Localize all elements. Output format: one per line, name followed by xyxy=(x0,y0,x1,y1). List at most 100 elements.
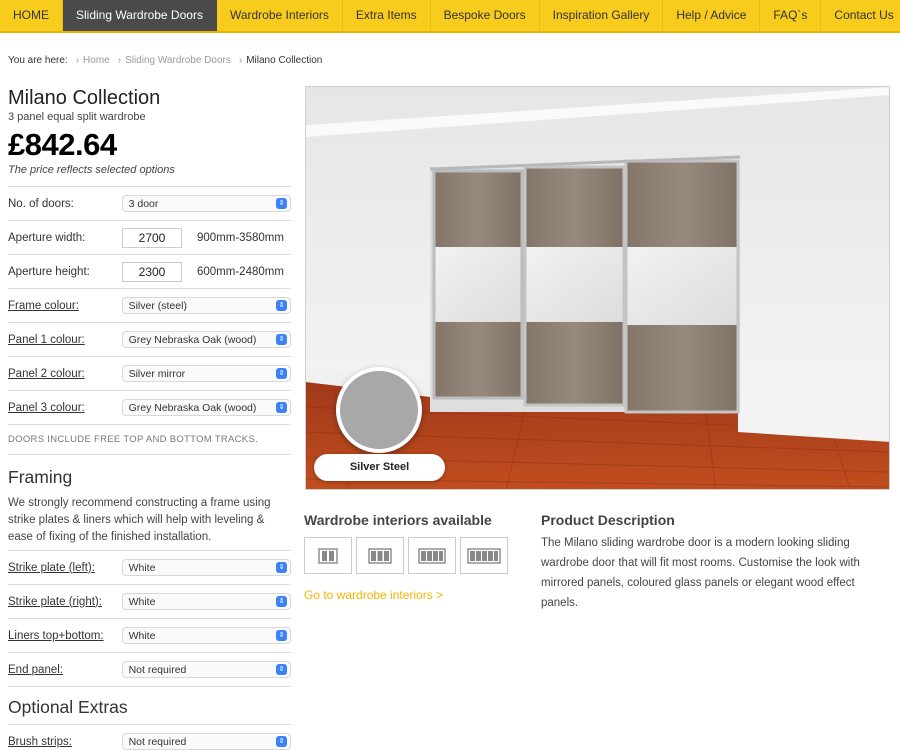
width-range: 900mm-3580mm xyxy=(197,231,284,244)
5-section-icon xyxy=(467,547,501,564)
aperture-width-input[interactable]: 2700 xyxy=(122,227,182,248)
nav-help-advice[interactable]: Help / Advice xyxy=(663,0,761,31)
option-row-panel2: Panel 2 colour: Silver mirror ⇕ xyxy=(8,357,291,391)
nav-bespoke-doors[interactable]: Bespoke Doors xyxy=(431,0,540,31)
option-row-strike-left: Strike plate (left): White ⇕ xyxy=(8,551,291,585)
option-row-doors: No. of doors: 3 door ⇕ xyxy=(8,187,291,221)
interiors-title: Wardrobe interiors available xyxy=(304,512,492,528)
breadcrumb-home[interactable]: Home xyxy=(83,55,110,66)
liners-value: White xyxy=(128,629,156,642)
option-row-panel1: Panel 1 colour: Grey Nebraska Oak (wood)… xyxy=(8,323,291,357)
strike-left-select[interactable]: White ⇕ xyxy=(121,559,291,576)
product-preview-image: Silver Steel xyxy=(305,86,890,490)
chevron-right-icon: › xyxy=(75,55,80,66)
strike-right-select[interactable]: White ⇕ xyxy=(121,593,291,610)
frame-colour-swatch-label: Silver Steel xyxy=(314,454,445,481)
nav-extra-items[interactable]: Extra Items xyxy=(343,0,431,31)
frame-colour-value: Silver (steel) xyxy=(128,299,187,312)
height-label: Aperture height: xyxy=(8,265,90,278)
interior-3-section-thumb[interactable] xyxy=(356,537,404,574)
option-row-brush: Brush strips: Not required ⇕ xyxy=(8,725,291,750)
aperture-height-input[interactable]: 2300 xyxy=(122,261,182,282)
nav-sliding-wardrobe-doors[interactable]: Sliding Wardrobe Doors xyxy=(63,0,217,31)
end-panel-label[interactable]: End panel: xyxy=(8,664,122,676)
product-options-panel: Milano Collection 3 panel equal split wa… xyxy=(8,86,291,750)
chevron-updown-icon: ⇕ xyxy=(276,596,287,607)
breadcrumb-current: Milano Collection xyxy=(246,55,323,66)
option-row-panel3: Panel 3 colour: Grey Nebraska Oak (wood)… xyxy=(8,391,291,425)
strike-left-label[interactable]: Strike plate (left): xyxy=(8,562,122,574)
door-middle xyxy=(523,165,626,407)
chevron-updown-icon: ⇕ xyxy=(276,334,287,345)
main-nav: HOME Sliding Wardrobe Doors Wardrobe Int… xyxy=(0,0,900,33)
interior-4-section-thumb[interactable] xyxy=(408,537,456,574)
nav-home[interactable]: HOME xyxy=(0,0,63,31)
panel2-colour-select[interactable]: Silver mirror ⇕ xyxy=(121,365,291,382)
page-title: Milano Collection xyxy=(8,87,161,109)
frame-colour-label[interactable]: Frame colour: xyxy=(8,300,122,312)
brush-strips-select[interactable]: Not required ⇕ xyxy=(121,733,291,750)
description-title: Product Description xyxy=(541,512,675,528)
panel3-colour-value: Grey Nebraska Oak (wood) xyxy=(128,401,257,414)
panel1-colour-select[interactable]: Grey Nebraska Oak (wood) ⇕ xyxy=(121,331,291,348)
option-row-frame: Frame colour: Silver (steel) ⇕ xyxy=(8,289,291,323)
panel2-colour-value: Silver mirror xyxy=(128,367,186,380)
liners-label[interactable]: Liners top+bottom: xyxy=(8,630,122,642)
chevron-right-icon: › xyxy=(117,55,122,66)
nav-faqs[interactable]: FAQ`s xyxy=(760,0,822,31)
chevron-right-icon: › xyxy=(238,55,243,66)
height-range: 600mm-2480mm xyxy=(197,265,284,278)
wardrobe-interiors-link[interactable]: Go to wardrobe interiors > xyxy=(304,588,519,602)
product-subtitle: 3 panel equal split wardrobe xyxy=(8,111,146,123)
chevron-updown-icon: ⇕ xyxy=(276,402,287,413)
breadcrumb: You are here: › Home › Sliding Wardrobe … xyxy=(8,55,330,66)
option-row-liners: Liners top+bottom: White ⇕ xyxy=(8,619,291,653)
chevron-updown-icon: ⇕ xyxy=(276,562,287,573)
frame-colour-select[interactable]: Silver (steel) ⇕ xyxy=(121,297,291,314)
chevron-updown-icon: ⇕ xyxy=(276,198,287,209)
nav-wardrobe-interiors[interactable]: Wardrobe Interiors xyxy=(217,0,343,31)
nav-contact-us[interactable]: Contact Us xyxy=(821,0,900,31)
description-text: The Milano sliding wardrobe door is a mo… xyxy=(541,537,860,609)
breadcrumb-sliding-wardrobe-doors[interactable]: Sliding Wardrobe Doors xyxy=(125,55,231,66)
brush-strips-value: Not required xyxy=(128,735,187,748)
panel3-colour-label[interactable]: Panel 3 colour: xyxy=(8,402,122,414)
strike-right-label[interactable]: Strike plate (right): xyxy=(8,596,122,608)
door-left xyxy=(432,169,524,400)
doors-label: No. of doors: xyxy=(8,197,74,210)
end-panel-select[interactable]: Not required ⇕ xyxy=(121,661,291,678)
width-label: Aperture width: xyxy=(8,231,86,244)
interior-5-section-thumb[interactable] xyxy=(460,537,508,574)
chevron-updown-icon: ⇕ xyxy=(276,300,287,311)
frame-colour-swatch xyxy=(336,367,422,453)
option-row-end-panel: End panel: Not required ⇕ xyxy=(8,653,291,687)
doors-select[interactable]: 3 door ⇕ xyxy=(121,195,291,212)
framing-text: We strongly recommend constructing a fra… xyxy=(8,495,291,551)
doors-value: 3 door xyxy=(128,197,159,210)
strike-left-value: White xyxy=(128,561,156,574)
panel2-colour-label[interactable]: Panel 2 colour: xyxy=(8,368,122,380)
brush-strips-label[interactable]: Brush strips: xyxy=(8,736,122,748)
tracks-notice: DOORS INCLUDE FREE TOP AND BOTTOM TRACKS… xyxy=(8,434,291,455)
panel1-colour-value: Grey Nebraska Oak (wood) xyxy=(128,333,257,346)
nav-inspiration-gallery[interactable]: Inspiration Gallery xyxy=(540,0,664,31)
3-section-icon xyxy=(368,547,392,564)
wardrobe-interiors-section: Wardrobe interiors available Go to wardr… xyxy=(304,512,519,602)
chevron-updown-icon: ⇕ xyxy=(276,368,287,379)
panel1-colour-label[interactable]: Panel 1 colour: xyxy=(8,334,122,346)
door-right xyxy=(624,159,740,414)
price-note: The price reflects selected options xyxy=(8,164,291,187)
chevron-updown-icon: ⇕ xyxy=(276,736,287,747)
liners-select[interactable]: White ⇕ xyxy=(121,627,291,644)
interior-2-section-thumb[interactable] xyxy=(304,537,352,574)
strike-right-value: White xyxy=(128,595,156,608)
optional-extras-heading: Optional Extras xyxy=(8,697,291,725)
option-row-width: Aperture width: 2700 900mm-3580mm xyxy=(8,221,291,255)
option-row-height: Aperture height: 2300 600mm-2480mm xyxy=(8,255,291,289)
2-section-icon xyxy=(318,547,338,564)
chevron-updown-icon: ⇕ xyxy=(276,630,287,641)
framing-heading: Framing xyxy=(8,467,73,487)
panel3-colour-select[interactable]: Grey Nebraska Oak (wood) ⇕ xyxy=(121,399,291,416)
option-row-strike-right: Strike plate (right): White ⇕ xyxy=(8,585,291,619)
breadcrumb-prefix: You are here: xyxy=(8,55,68,66)
